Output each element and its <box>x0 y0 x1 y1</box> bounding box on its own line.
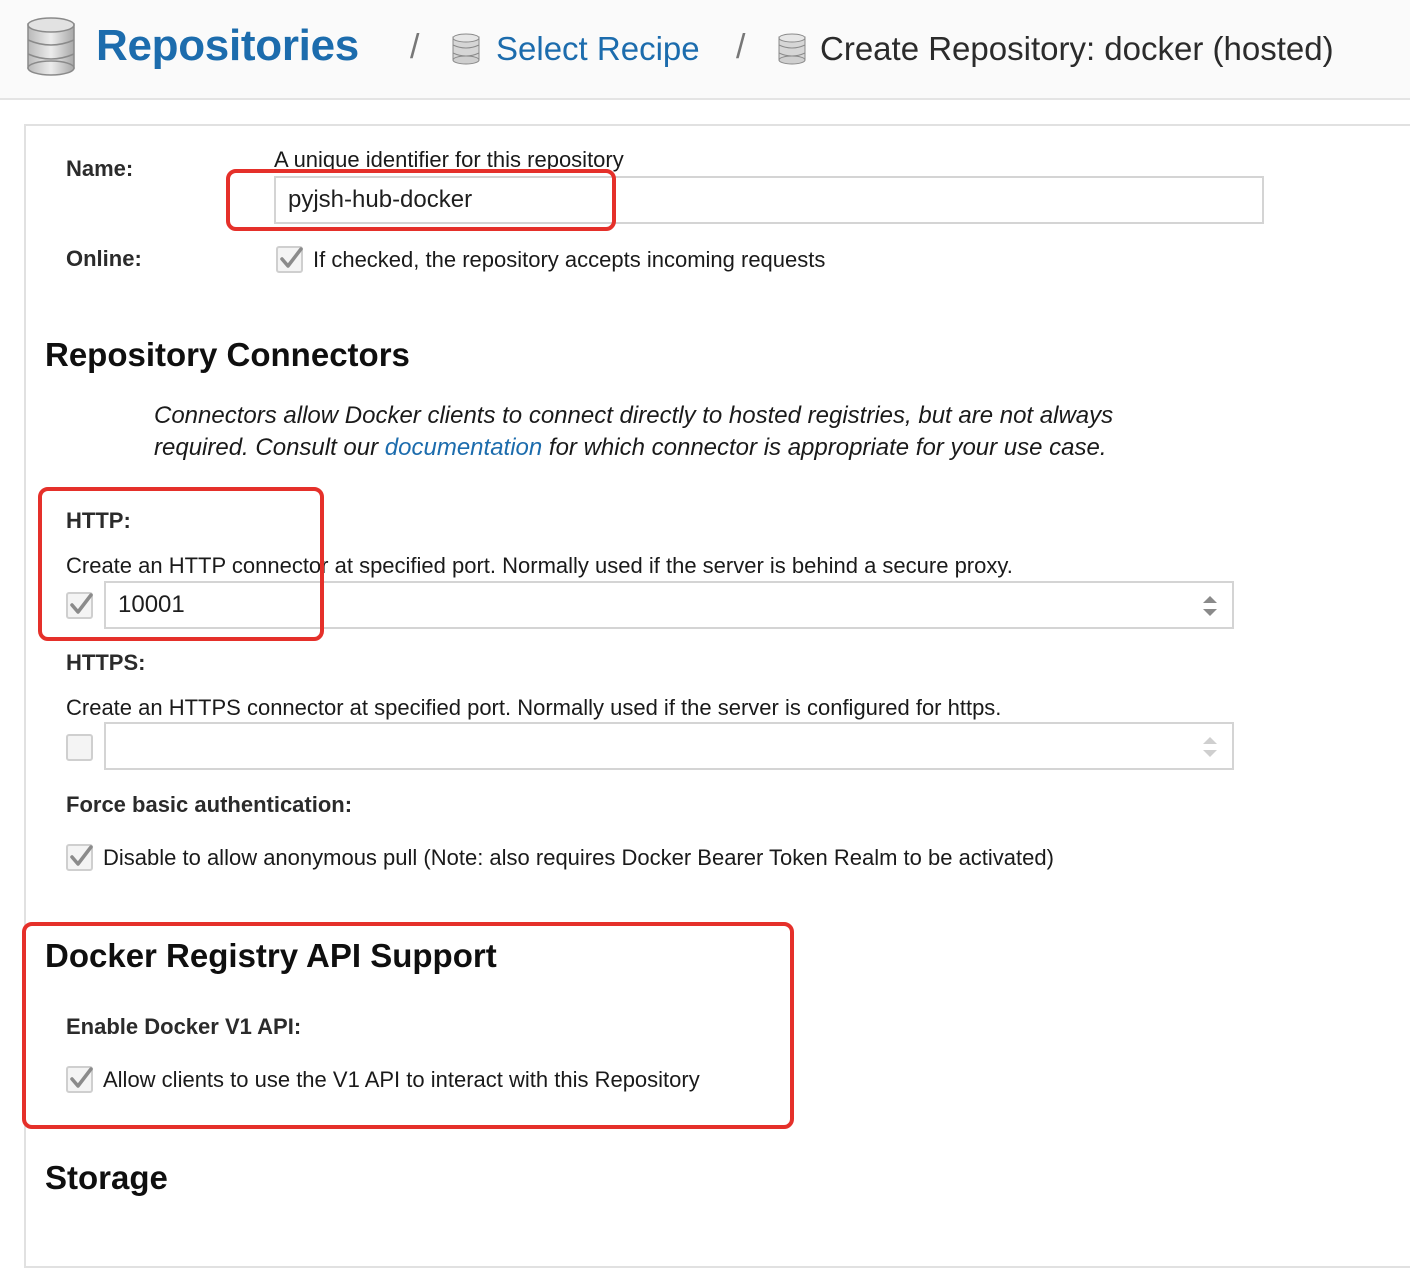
breadcrumb-current: Create Repository: docker (hosted) <box>778 30 1334 68</box>
breadcrumb-recipe-label[interactable]: Select Recipe <box>496 30 700 68</box>
https-checkbox[interactable] <box>66 734 93 761</box>
breadcrumb-repositories[interactable]: Repositories <box>26 16 359 76</box>
force-basic-auth-checkbox[interactable] <box>66 844 93 871</box>
storage-heading: Storage <box>45 1159 168 1196</box>
checkmark-icon <box>280 247 303 268</box>
online-description: If checked, the repository accepts incom… <box>313 247 826 272</box>
highlight-box-name <box>226 169 616 231</box>
breadcrumb-select-recipe[interactable]: Select Recipe <box>452 30 700 68</box>
https-help-text: Create an HTTPS connector at specified p… <box>66 695 1002 720</box>
force-basic-auth-label: Force basic authentication: <box>66 792 353 817</box>
highlight-box-docker-api <box>22 922 794 1129</box>
online-checkbox[interactable] <box>276 246 303 273</box>
online-label: Online: <box>66 246 142 271</box>
highlight-box-http <box>38 487 324 641</box>
breadcrumb-root-label[interactable]: Repositories <box>96 21 359 71</box>
name-label: Name: <box>66 156 134 181</box>
number-spinner-icon[interactable] <box>1200 593 1220 619</box>
connectors-intro-text-end: for which connector is appropriate for y… <box>542 434 1107 461</box>
database-icon <box>27 17 75 76</box>
force-basic-auth-description: Disable to allow anonymous pull (Note: a… <box>103 845 1054 870</box>
checkmark-icon <box>70 845 93 866</box>
page-title: Create Repository: docker (hosted) <box>820 30 1334 67</box>
connectors-intro: Connectors allow Docker clients to conne… <box>154 400 1164 484</box>
database-icon <box>778 33 806 65</box>
breadcrumb-bar: Repositories / Select Recipe / Create Re… <box>0 0 1410 100</box>
breadcrumb-separator: / <box>410 28 420 66</box>
breadcrumb-separator: / <box>736 28 746 66</box>
connectors-heading: Repository Connectors <box>45 336 410 373</box>
documentation-link[interactable]: documentation <box>385 434 542 461</box>
https-label: HTTPS: <box>66 650 146 675</box>
database-icon <box>452 33 480 65</box>
number-spinner-icon[interactable] <box>1200 734 1220 760</box>
https-port-input[interactable] <box>104 722 1234 770</box>
